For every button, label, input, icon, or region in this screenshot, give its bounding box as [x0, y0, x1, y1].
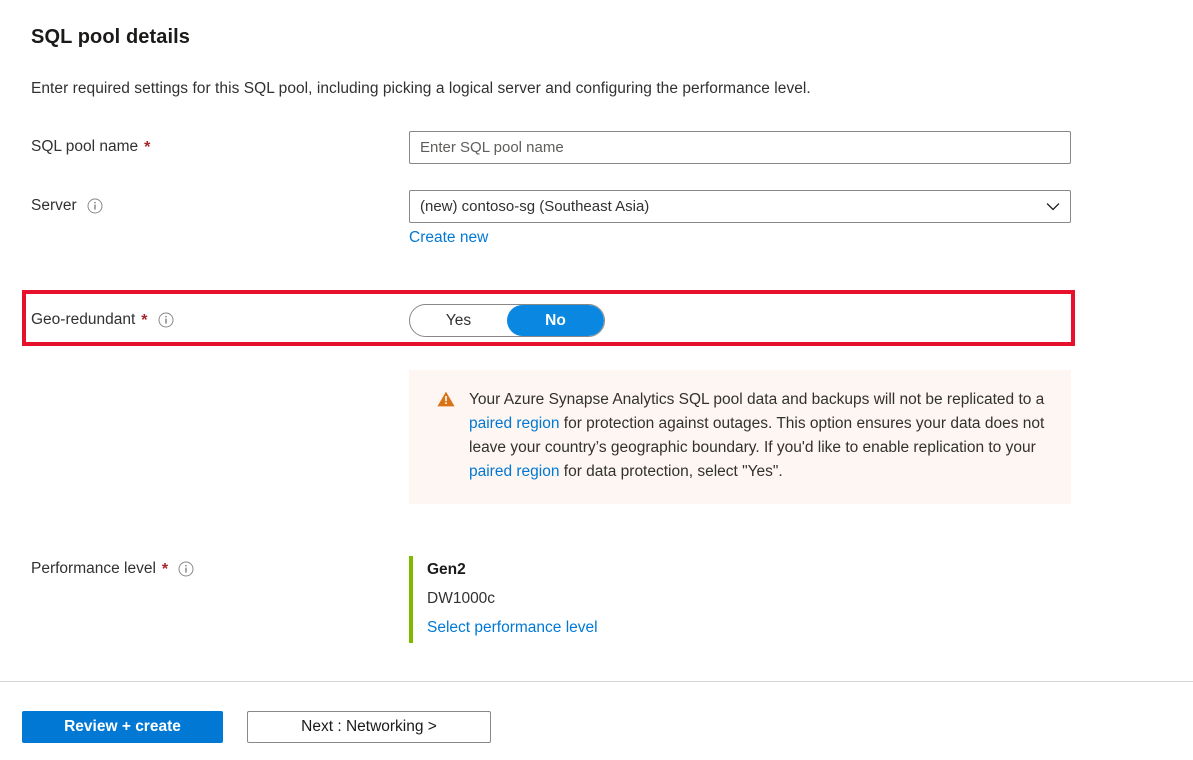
- required-asterisk: *: [141, 313, 147, 329]
- required-asterisk: *: [144, 140, 150, 156]
- warning-triangle-icon: [437, 391, 455, 409]
- geo-redundant-toggle[interactable]: Yes No: [409, 304, 605, 337]
- warning-text-part1: Your Azure Synapse Analytics SQL pool da…: [469, 391, 1044, 408]
- info-icon[interactable]: [158, 312, 174, 328]
- info-icon[interactable]: [178, 561, 194, 577]
- geo-redundant-label-text: Geo-redundant: [31, 311, 135, 329]
- geo-redundant-option-no[interactable]: No: [507, 305, 604, 336]
- info-icon[interactable]: [87, 198, 103, 214]
- performance-sku: DW1000c: [427, 584, 809, 613]
- geo-redundant-option-yes[interactable]: Yes: [410, 305, 507, 336]
- sql-pool-name-label-text: SQL pool name: [31, 138, 138, 156]
- warning-text: Your Azure Synapse Analytics SQL pool da…: [469, 388, 1045, 484]
- paired-region-link-2[interactable]: paired region: [469, 463, 559, 480]
- footer-divider: [0, 681, 1193, 682]
- performance-tier: Gen2: [427, 556, 809, 584]
- sql-pool-details-page: SQL pool details Enter required settings…: [0, 0, 1193, 760]
- required-asterisk: *: [162, 562, 168, 578]
- performance-level-card: Gen2 DW1000c Select performance level: [409, 556, 809, 643]
- geo-redundant-label: Geo-redundant *: [31, 311, 174, 329]
- chevron-down-icon: [1046, 200, 1060, 214]
- performance-level-label-text: Performance level: [31, 560, 156, 578]
- warning-text-part3: for data protection, select "Yes".: [559, 463, 782, 480]
- paired-region-link-1[interactable]: paired region: [469, 415, 559, 432]
- server-label-text: Server: [31, 197, 77, 215]
- create-new-server-link[interactable]: Create new: [409, 229, 488, 247]
- select-performance-level-link[interactable]: Select performance level: [427, 613, 598, 643]
- geo-redundant-warning-banner: Your Azure Synapse Analytics SQL pool da…: [409, 370, 1071, 504]
- sql-pool-name-input[interactable]: [409, 131, 1071, 164]
- page-title: SQL pool details: [31, 26, 190, 49]
- review-create-button[interactable]: Review + create: [22, 711, 223, 743]
- page-description: Enter required settings for this SQL poo…: [31, 80, 811, 98]
- server-dropdown-value: (new) contoso-sg (Southeast Asia): [420, 198, 1046, 215]
- performance-level-label: Performance level *: [31, 560, 194, 578]
- server-dropdown[interactable]: (new) contoso-sg (Southeast Asia): [409, 190, 1071, 223]
- sql-pool-name-label: SQL pool name *: [31, 138, 150, 156]
- server-label: Server: [31, 197, 103, 215]
- next-networking-button[interactable]: Next : Networking >: [247, 711, 491, 743]
